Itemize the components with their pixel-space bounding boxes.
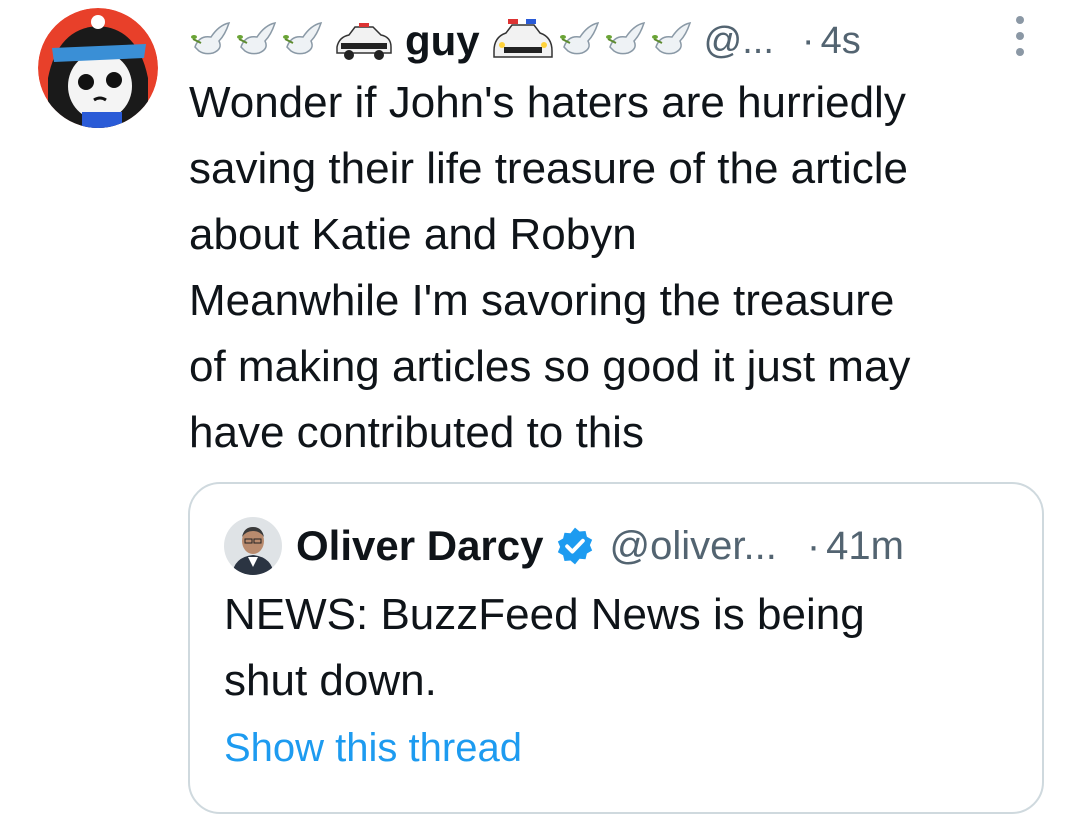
separator-dot: · (806, 523, 821, 568)
tweet-text: Wonder if John's haters are hurriedly sa… (189, 78, 911, 457)
dove-icon (605, 22, 645, 55)
author-handle[interactable]: @... (704, 20, 774, 63)
dove-icon (237, 22, 277, 55)
dove-icon (651, 22, 691, 55)
tweet-content: guy @... · 4s Wonder if John's haters ar… (189, 8, 1049, 466)
quoted-tweet-card[interactable]: Oliver Darcy @oliver... · 41m NEWS: Buzz… (188, 482, 1044, 814)
more-options-icon[interactable] (1008, 12, 1032, 60)
quoted-tweet-header: Oliver Darcy @oliver... · 41m (224, 516, 904, 576)
police-car-icon (336, 23, 392, 60)
author-avatar[interactable] (38, 8, 158, 128)
dove-icon (283, 22, 323, 55)
quoted-tweet-timestamp[interactable]: 41m (826, 524, 904, 569)
tweet-header: guy @... · 4s (189, 8, 1049, 74)
tweet-timestamp[interactable]: 4s (821, 20, 861, 63)
police-car-icon (492, 19, 553, 58)
show-thread-link[interactable]: Show this thread (224, 726, 522, 771)
author-display-name[interactable]: guy (405, 17, 480, 65)
dove-icon (191, 22, 231, 55)
dove-icon (559, 22, 599, 55)
quoted-author-avatar[interactable] (224, 517, 282, 575)
quoted-author-handle[interactable]: @oliver... (610, 524, 777, 569)
verified-badge-icon (557, 527, 592, 565)
quoted-author-name[interactable]: Oliver Darcy (296, 522, 544, 570)
separator-dot: · (801, 19, 815, 62)
tweet[interactable]: guy @... · 4s Wonder if John's haters ar… (0, 0, 1080, 839)
quoted-tweet-text: NEWS: BuzzFeed News is being shut down. (224, 590, 865, 705)
